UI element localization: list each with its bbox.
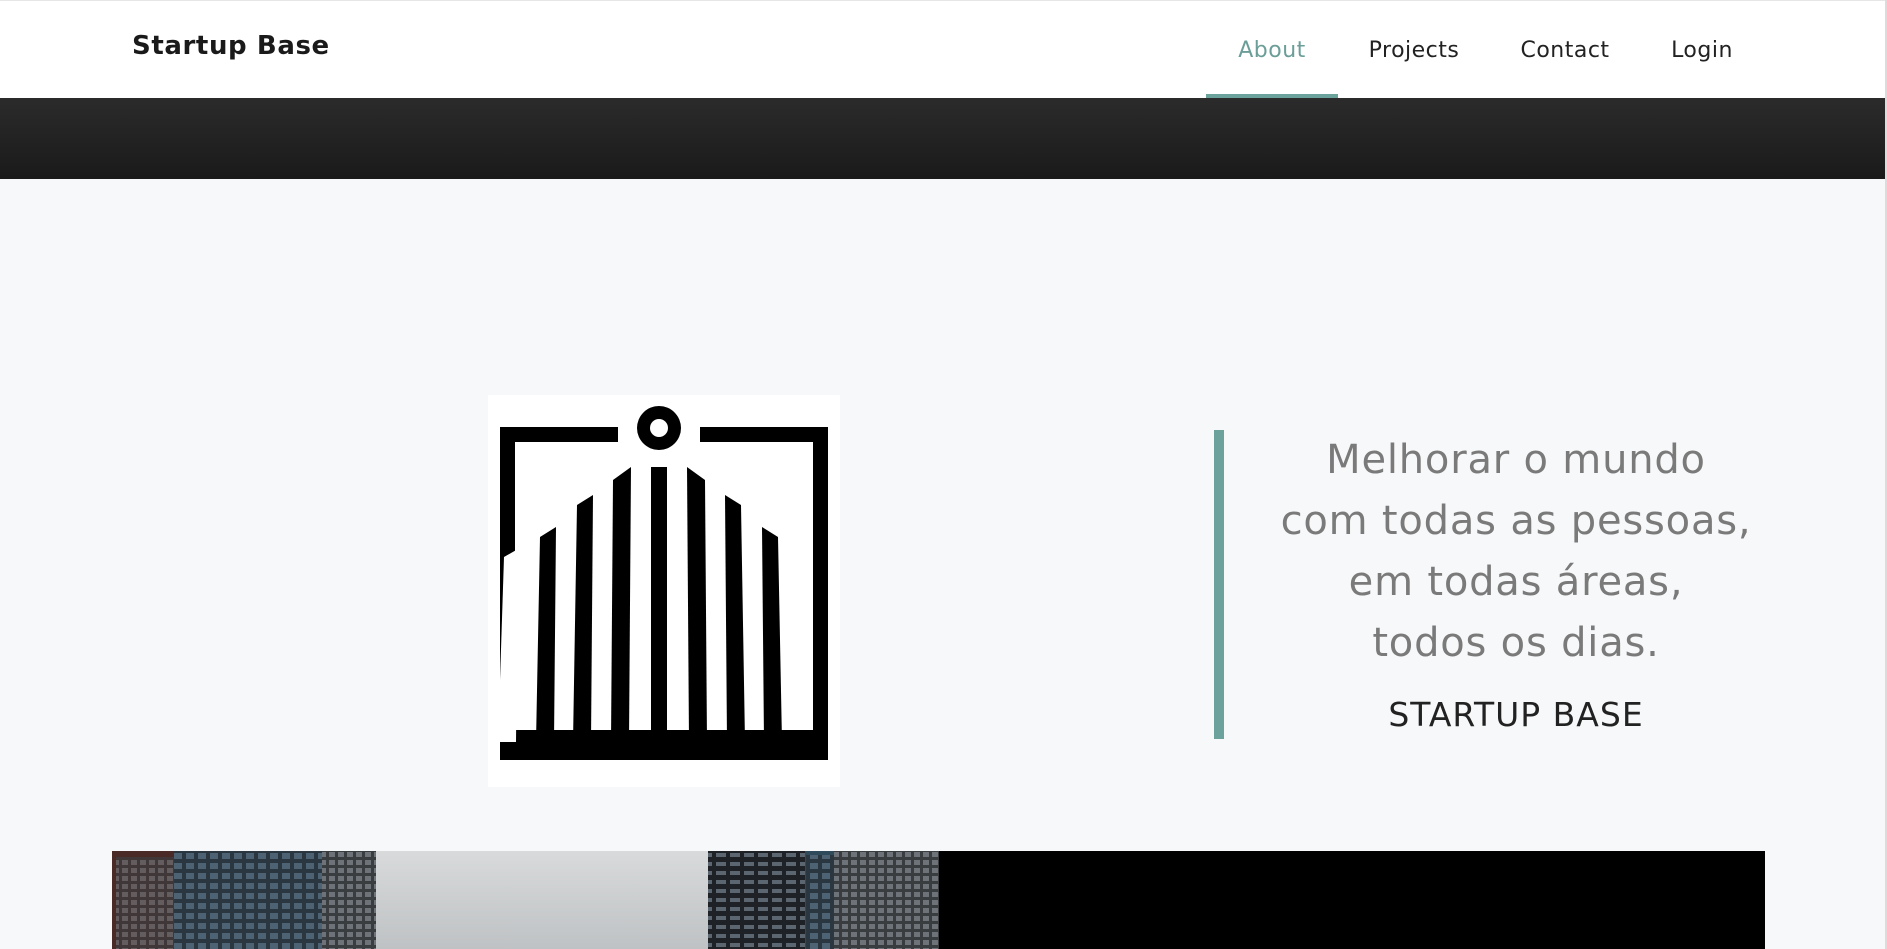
quote-author: STARTUP BASE: [1388, 695, 1644, 734]
building-gate-logo-icon: [488, 395, 840, 787]
nav-item-about[interactable]: About: [1206, 1, 1338, 99]
navbar: Startup Base About Projects Contact Logi…: [0, 0, 1887, 99]
brand-logo-text[interactable]: Startup Base: [132, 31, 330, 61]
hero-quote: Melhorar o mundo com todas as pessoas, e…: [1270, 430, 1762, 674]
quote-line: todos os dias.: [1372, 620, 1660, 666]
quote-accent-bar: [1214, 430, 1224, 739]
nav-item-contact[interactable]: Contact: [1512, 1, 1618, 99]
nav-item-login[interactable]: Login: [1661, 1, 1743, 99]
quote-line: Melhorar o mundo: [1326, 437, 1706, 483]
city-buildings-image: [112, 851, 939, 949]
quote-line: com todas as pessoas,: [1280, 498, 1752, 544]
quote-line: em todas áreas,: [1348, 559, 1684, 605]
nav-item-projects[interactable]: Projects: [1355, 1, 1473, 99]
city-image-strip: [112, 851, 1765, 949]
dark-banner: [0, 98, 1887, 179]
